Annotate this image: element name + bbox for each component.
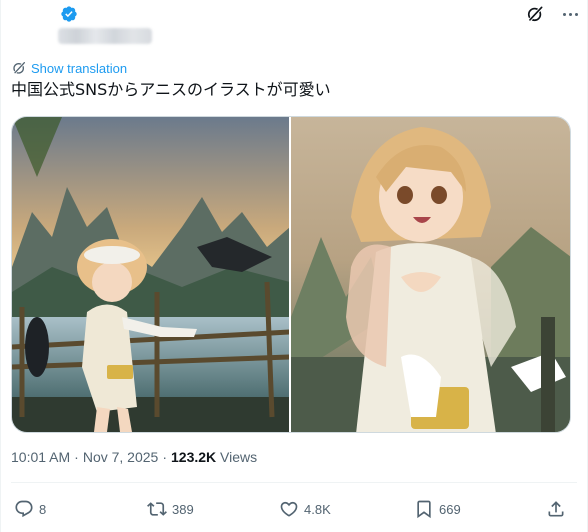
grok-button[interactable] (524, 3, 546, 25)
tweet-meta: 10:01 AM · Nov 7, 2025 · 123.2K Views (11, 449, 257, 465)
bookmark-icon (417, 500, 431, 519)
bookmark-count: 669 (439, 501, 461, 517)
tweet-media-grid (11, 116, 571, 433)
illustration-full-body-image (12, 117, 289, 432)
bookmark-button[interactable]: 669 (414, 495, 461, 523)
repost-button[interactable]: 389 (147, 495, 194, 523)
reply-count: 8 (39, 501, 47, 517)
more-options-button[interactable] (557, 3, 583, 25)
meta-separator: · (162, 449, 167, 465)
like-button[interactable]: 4.8K (279, 495, 331, 523)
repost-icon (147, 502, 167, 516)
illustration-closeup-image (291, 117, 570, 432)
media-image-2[interactable] (291, 117, 570, 432)
share-icon (548, 501, 564, 517)
reply-button[interactable]: 8 (14, 495, 46, 523)
heart-icon (280, 501, 298, 517)
like-count: 4.8K (304, 501, 331, 517)
repost-count: 389 (172, 501, 194, 517)
author-name-blurred[interactable] (58, 28, 152, 44)
divider (11, 482, 577, 483)
tweet-time[interactable]: 10:01 AM (11, 449, 70, 465)
media-image-1[interactable] (12, 117, 289, 432)
meta-separator: · (74, 449, 79, 465)
more-dot-icon (574, 12, 578, 16)
tweet-card: Show translation 中国公式SNSからアニスのイラストが可愛い 1… (0, 0, 588, 532)
more-dot-icon (568, 12, 572, 16)
grok-translate-icon (13, 61, 26, 74)
action-bar: 8 389 4.8K 669 (1, 495, 588, 523)
show-translation-label: Show translation (31, 60, 128, 76)
tweet-text: 中国公式SNSからアニスのイラストが可愛い (11, 80, 331, 99)
tweet-header (1, 0, 588, 50)
views-count: 123.2K (171, 449, 217, 465)
verified-badge-icon (61, 6, 77, 22)
more-dot-icon (562, 12, 566, 16)
views-label: Views (220, 449, 258, 465)
reply-icon (15, 500, 33, 518)
tweet-date[interactable]: Nov 7, 2025 (83, 449, 159, 465)
share-button[interactable] (546, 495, 566, 523)
show-translation-link[interactable]: Show translation (11, 59, 127, 77)
grok-icon (527, 6, 543, 22)
